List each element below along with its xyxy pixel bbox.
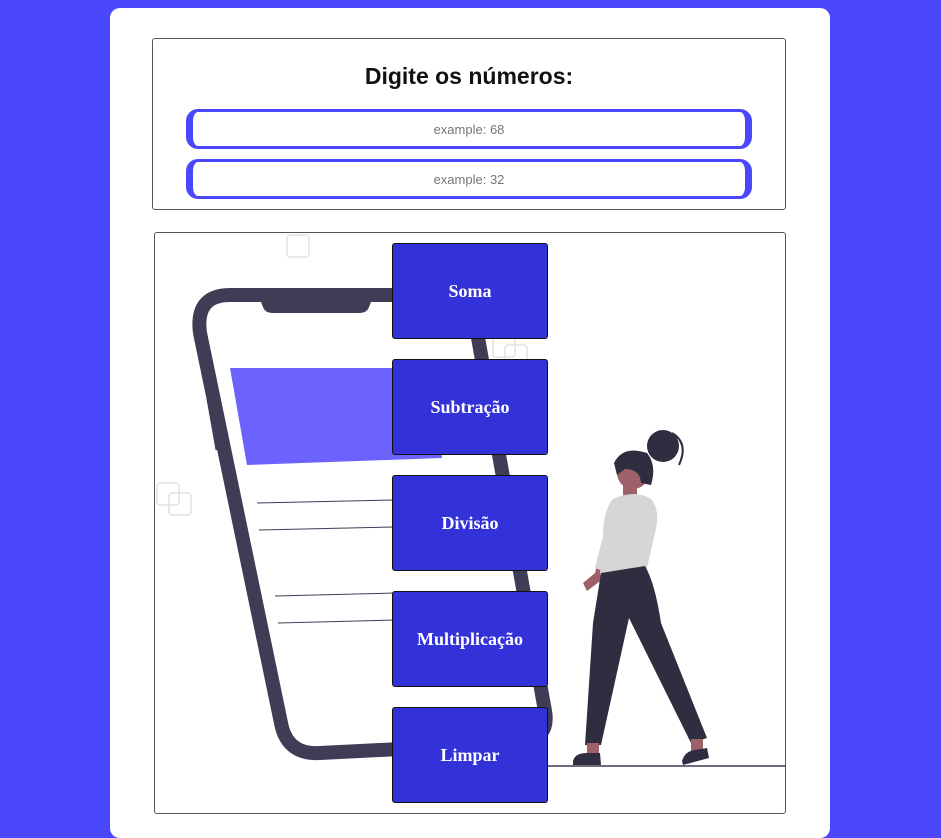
- soma-button[interactable]: Soma: [392, 243, 548, 339]
- main-card: Digite os números: example: 68 example: …: [110, 8, 830, 838]
- second-number-input[interactable]: [186, 159, 752, 199]
- multiplicacao-button[interactable]: Multiplicação: [392, 591, 548, 687]
- first-number-input[interactable]: [186, 109, 752, 149]
- number-input-panel: Digite os números:: [152, 38, 786, 210]
- operations-panel: Soma Subtração Divisão Multiplicação Lim…: [154, 232, 786, 814]
- divisao-button[interactable]: Divisão: [392, 475, 548, 571]
- page-title: Digite os números:: [364, 63, 574, 89]
- subtracao-button[interactable]: Subtração: [392, 359, 548, 455]
- limpar-button[interactable]: Limpar: [392, 707, 548, 803]
